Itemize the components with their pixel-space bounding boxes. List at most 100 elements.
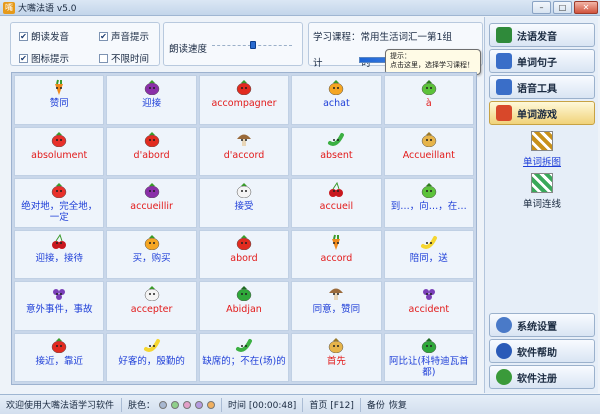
onion-icon [329,337,344,353]
banana-icon [143,338,160,352]
sidebar-button-label: 软件注册 [517,373,557,385]
sub-item-1[interactable]: 单词拆图 [489,131,595,168]
options-panel: ✔ 朗读发音 ✔ 声音提示 ✔ 图标提示 不限时间 [10,22,160,66]
word-grid: 赞同 迎接 accompagner achat à absolument d'abord d'… [11,72,477,385]
tomato-icon [236,234,252,250]
sub-item-label[interactable]: 单词拆图 [523,154,561,168]
word-card[interactable]: 好客的，殷勤的 [106,332,197,382]
pepper-icon [421,337,437,353]
word-card[interactable]: accord [291,229,382,279]
word-card[interactable]: accueillir [106,178,197,228]
restore-button[interactable]: 恢复 [389,398,407,411]
sidebar-bottom-button-2[interactable]: 软件帮助 [489,339,595,363]
word-card[interactable]: 同意，赞同 [291,281,382,331]
help-icon [496,343,512,359]
speed-slider[interactable] [212,41,292,49]
radish-icon [236,183,252,198]
sidebar-button-2[interactable]: 单词句子 [489,49,595,73]
gear-icon [496,317,512,333]
speed-slider-thumb[interactable] [250,41,257,49]
checkbox[interactable]: ✔ [19,31,28,41]
cucumber-icon [328,132,345,146]
word-text: 意外事件，事故 [25,304,93,315]
skin-color-option[interactable] [207,400,216,409]
sidebar-bottom-button-1[interactable]: 系统设置 [489,313,595,337]
sub-item-label[interactable]: 单词连线 [523,196,561,210]
word-card[interactable]: Accueillant [383,126,474,176]
speaker-icon [496,79,512,95]
carrot-icon [55,79,64,95]
sidebar-button-3[interactable]: 语音工具 [489,75,595,99]
sub-item-2[interactable]: 单词连线 [489,173,595,210]
onion-icon [421,131,437,147]
book-icon [496,27,512,43]
word-card[interactable]: 绝对地，完全地，一定 [14,178,105,228]
tomato-icon [236,80,252,95]
word-card[interactable]: accompagner [198,75,290,125]
word-card[interactable]: 赞同 [14,75,105,125]
option-label: 朗读发音 [31,32,70,43]
link-lines-icon [531,173,553,193]
option-4[interactable]: 不限时间 [99,51,149,65]
checkbox[interactable]: ✔ [99,31,108,41]
checkbox[interactable]: ✔ [19,53,28,63]
word-card[interactable]: 意外事件，事故 [14,281,105,331]
minimize-button[interactable]: – [532,1,551,14]
checkbox[interactable] [99,53,108,63]
backup-button[interactable]: 备份 [367,398,385,411]
word-card[interactable]: absolument [14,126,105,176]
word-card[interactable]: accident [383,281,474,331]
cherry-icon [52,233,67,249]
tomato-icon [144,131,159,147]
word-text: Accueillant [402,149,455,161]
backup-restore: 备份 恢复 [361,398,413,412]
option-2[interactable]: ✔ 声音提示 [99,29,149,43]
sidebar-button-label: 软件帮助 [517,347,557,359]
word-card[interactable]: 缺席的；不在(场)的 [198,332,290,382]
word-card[interactable]: à [383,75,474,125]
word-card[interactable]: 迎接 [106,75,197,125]
word-card[interactable]: Abidjan [198,281,290,331]
home-label[interactable]: 首页 [F12] [309,398,354,411]
eggplant-icon [144,183,159,198]
time-text: 时间 [00:00:48] [228,401,297,411]
word-card[interactable]: 买，购买 [106,229,197,279]
lesson-title[interactable]: 学习课程：常用生活词汇一第1组 [313,29,452,43]
sidebar-button-4[interactable]: 单词游戏 [489,101,595,125]
home-button[interactable]: 首页 [F12] [303,397,361,412]
word-card[interactable]: accueil [291,178,382,228]
word-card[interactable]: 迎接，接待 [14,229,105,279]
word-card[interactable]: absent [291,126,382,176]
maximize-button[interactable]: □ [553,1,572,14]
skin-color-option[interactable] [159,400,168,409]
word-card[interactable]: d'accord [198,126,290,176]
sidebar-bottom-button-3[interactable]: 软件注册 [489,365,595,389]
sidebar-button-1[interactable]: 法语发音 [489,23,595,47]
word-card[interactable]: 陪同，送 [383,229,474,279]
word-text: accueil [319,201,354,212]
skin-color-option[interactable] [171,400,180,409]
word-card[interactable]: 接近，靠近 [14,332,105,382]
option-label: 图标提示 [31,54,70,65]
word-card[interactable]: 到…，向…，在… [383,178,474,228]
orange-icon [329,80,344,95]
sidebar-button-label: 语音工具 [517,83,557,95]
word-card[interactable]: accepter [106,281,197,331]
orange-icon [144,234,159,250]
word-card[interactable]: 接受 [198,178,290,228]
word-card[interactable]: d'abord [106,126,197,176]
word-text: accompagner [211,98,277,109]
word-card[interactable]: 阿比让(科特迪瓦首都) [383,332,474,382]
word-card[interactable]: achat [291,75,382,125]
skin-color-option[interactable] [183,400,192,409]
skin-color-option[interactable] [195,400,204,409]
sidebar-button-label: 单词游戏 [517,109,557,121]
word-card[interactable]: abord [198,229,290,279]
word-text: 陪同，送 [409,252,448,264]
close-button[interactable]: ✕ [574,1,598,14]
option-3[interactable]: ✔ 图标提示 [19,51,69,65]
option-1[interactable]: ✔ 朗读发音 [19,29,69,43]
tooltip-body: 点击这里，选择学习课程！ [390,61,474,69]
word-card[interactable]: 首先 [291,332,382,382]
mushroom-icon [236,134,251,146]
